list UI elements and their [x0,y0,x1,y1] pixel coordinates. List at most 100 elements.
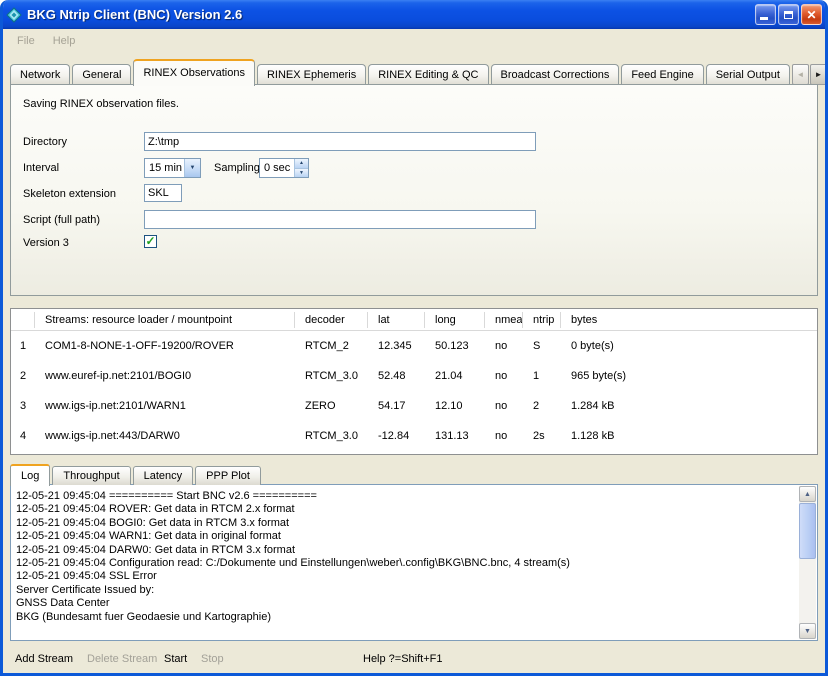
header-bytes: bytes [561,312,817,328]
tab-scroll-left-button[interactable]: ◄ [792,64,809,85]
interval-label: Interval [23,162,59,174]
cell-mountpoint: www.euref-ip.net:2101/BOGI0 [35,370,295,382]
tab-rinex-ephemeris[interactable]: RINEX Ephemeris [257,64,366,85]
log-line: BKG (Bundesamt fuer Geodaesie und Kartog… [16,611,795,624]
skeleton-extension-input[interactable] [144,184,182,202]
log-line: 12-05-21 09:45:04 WARN1: Get data in ori… [16,530,795,543]
log-panel: 12-05-21 09:45:04 ========== Start BNC v… [10,484,818,641]
tabbar: Network General RINEX Observations RINEX… [10,56,818,85]
cell-nmea: no [485,430,523,442]
tab-feed-engine[interactable]: Feed Engine [621,64,703,85]
stop-button[interactable]: Stop [201,653,224,665]
close-button[interactable]: ✕ [801,4,822,25]
cell-decoder: RTCM_2 [295,340,368,352]
cell-decoder: RTCM_3.0 [295,370,368,382]
directory-label: Directory [23,136,67,148]
statusbar: Add Stream Delete Stream Start Stop Help… [3,647,825,673]
streams-table-header: Streams: resource loader / mountpoint de… [11,309,817,331]
bottom-tabbar: Log Throughput Latency PPP Plot [10,463,263,485]
chevron-down-icon[interactable]: ▼ [184,159,200,177]
log-line: 12-05-21 09:45:04 SSL Error [16,570,795,583]
tab-general[interactable]: General [72,64,131,85]
log-line: 12-05-21 09:45:04 DARW0: Get data in RTC… [16,544,795,557]
window-controls: ✕ [755,4,822,25]
tab-rinex-editing-qc[interactable]: RINEX Editing & QC [368,64,488,85]
tab-latency[interactable]: Latency [133,466,194,485]
cell-nmea: no [485,340,523,352]
script-path-label: Script (full path) [23,214,100,226]
directory-input[interactable] [144,132,536,151]
tab-ppp-plot[interactable]: PPP Plot [195,466,261,485]
scrollbar-thumb[interactable] [799,503,816,559]
cell-bytes: 965 byte(s) [561,370,817,382]
interval-dropdown[interactable]: 15 min ▼ [144,158,201,178]
tab-rinex-observations[interactable]: RINEX Observations [133,59,254,86]
header-mountpoint: Streams: resource loader / mountpoint [35,312,295,328]
sampling-stepper[interactable]: 0 sec ▲ ▼ [259,158,309,178]
cell-long: 21.04 [425,370,485,382]
row-number: 3 [11,400,35,412]
close-icon: ✕ [806,9,816,21]
cell-nmea: no [485,400,523,412]
delete-stream-button[interactable]: Delete Stream [87,653,157,665]
table-row[interactable]: 4 www.igs-ip.net:443/DARW0 RTCM_3.0 -12.… [11,421,817,451]
menu-file[interactable]: File [8,32,44,50]
table-row[interactable]: 1 COM1-8-NONE-1-OFF-19200/ROVER RTCM_2 1… [11,331,817,361]
spinner-down-icon[interactable]: ▼ [295,168,308,178]
tab-log[interactable]: Log [10,464,50,486]
add-stream-button[interactable]: Add Stream [15,653,73,665]
tab-network[interactable]: Network [10,64,70,85]
app-window: BKG Ntrip Client (BNC) Version 2.6 ✕ Fil… [0,0,828,676]
sampling-spin-buttons: ▲ ▼ [294,159,308,177]
cell-nmea: no [485,370,523,382]
header-corner [11,312,35,328]
row-number: 4 [11,430,35,442]
help-shortcut-label: Help ?=Shift+F1 [363,653,443,665]
log-scrollbar[interactable]: ▲ ▼ [799,486,816,639]
cell-decoder: RTCM_3.0 [295,430,368,442]
titlebar[interactable]: BKG Ntrip Client (BNC) Version 2.6 ✕ [0,0,828,29]
chevron-left-icon: ◄ [796,70,804,79]
arrow-down-icon: ▼ [804,628,811,635]
tab-broadcast-corrections[interactable]: Broadcast Corrections [491,64,620,85]
cell-decoder: ZERO [295,400,368,412]
cell-mountpoint: www.igs-ip.net:443/DARW0 [35,430,295,442]
cell-lat: -12.84 [368,430,425,442]
cell-long: 131.13 [425,430,485,442]
menu-help[interactable]: Help [44,32,85,50]
cell-lat: 54.17 [368,400,425,412]
cell-ntrip: 1 [523,370,561,382]
maximize-button[interactable] [778,4,799,25]
header-decoder: decoder [295,312,368,328]
arrow-up-icon: ▲ [804,491,811,498]
log-line: 12-05-21 09:45:04 Configuration read: C:… [16,557,795,570]
cell-mountpoint: www.igs-ip.net:2101/WARN1 [35,400,295,412]
sampling-label: Sampling [214,162,260,174]
menubar: File Help [3,29,825,52]
cell-bytes: 0 byte(s) [561,340,817,352]
spinner-up-icon[interactable]: ▲ [295,159,308,168]
tab-scroll-controls: ◄ ► [792,64,827,85]
cell-long: 50.123 [425,340,485,352]
cell-ntrip: 2 [523,400,561,412]
header-long: long [425,312,485,328]
version3-label: Version 3 [23,237,69,249]
tab-scroll-right-button[interactable]: ► [810,64,827,85]
table-row[interactable]: 3 www.igs-ip.net:2101/WARN1 ZERO 54.17 1… [11,391,817,421]
cell-ntrip: S [523,340,561,352]
streams-table: Streams: resource loader / mountpoint de… [10,308,818,455]
scroll-up-button[interactable]: ▲ [799,486,816,502]
cell-bytes: 1.284 kB [561,400,817,412]
minimize-icon [760,17,768,20]
minimize-button[interactable] [755,4,776,25]
maximize-icon [784,11,793,19]
log-line: 12-05-21 09:45:04 ========== Start BNC v… [16,490,795,503]
tab-throughput[interactable]: Throughput [52,466,130,485]
start-button[interactable]: Start [164,653,187,665]
version3-checkbox[interactable]: ✓ [144,235,157,248]
panel-description: Saving RINEX observation files. [23,98,179,110]
script-path-input[interactable] [144,210,536,229]
scroll-down-button[interactable]: ▼ [799,623,816,639]
table-row[interactable]: 2 www.euref-ip.net:2101/BOGI0 RTCM_3.0 5… [11,361,817,391]
tab-serial-output[interactable]: Serial Output [706,64,790,85]
